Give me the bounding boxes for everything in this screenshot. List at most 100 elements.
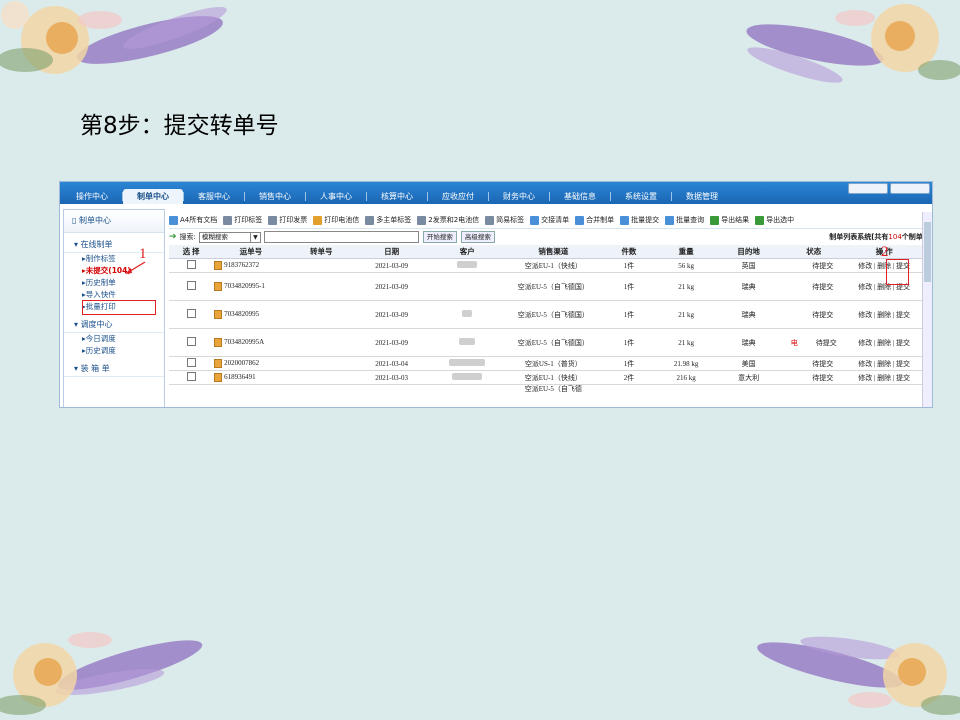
table-row[interactable]: 2020007862 2021-03-04 空派US-1（普货） 1件 21.98 kg… [169,356,922,371]
row-checkbox[interactable] [186,260,196,269]
annotation-arrow-icon [125,261,146,274]
column-header: 选 择 [169,245,214,259]
toolbar-button-label: 合并制单 [586,216,615,224]
customer-cell [429,258,506,273]
row-checkbox[interactable] [186,372,196,381]
header-button[interactable] [890,183,930,194]
row-checkbox[interactable] [186,358,196,367]
sidebar-item[interactable]: ▸历史调度 [64,345,164,357]
toolbar-button[interactable]: A4所有文档 [169,215,217,225]
row-actions[interactable]: 修改 | 删除 | 提交 [846,356,922,371]
toolbar-button[interactable]: 打印标签 [223,215,262,225]
table-row[interactable]: 7034820995 2021-03-09 空派EU-5（自飞德国） 1件 21 kg 瑞… [169,300,922,329]
nav-item[interactable]: 人事中心 [306,189,366,204]
search-mode-select[interactable]: 模糊搜索 ▼ [198,231,261,243]
toolbar-button[interactable]: 合并制单 [575,215,614,225]
toolbar-button[interactable]: 打印电池信 [313,215,359,225]
row-checkbox[interactable] [186,309,196,318]
select-cell [169,300,214,329]
column-header: 重量 [656,245,717,259]
toolbar-button-label: 打印电池信 [324,216,360,224]
table-row[interactable]: 7034820995-1 2021-03-09 空派EU-5（自飞德国） 1件 21 k… [169,272,922,301]
sales-channel-cell: 空派EU-1（快线） [505,258,602,273]
transfer-number-cell [288,258,354,273]
toolbar-icon [313,215,323,225]
nav-item[interactable]: 系统设置 [611,189,671,204]
waybill-number[interactable]: 9183762372 [224,261,259,269]
waybill-number[interactable]: 7034820995-1 [224,282,265,290]
toolbar-button[interactable]: 交接清单 [530,215,569,225]
waybill-number[interactable]: 7034820995 [224,310,259,318]
row-actions[interactable]: 修改 | 删除 | 提交 [846,328,922,357]
date-cell: 2021-03-09 [353,328,430,357]
table-row[interactable]: 9183762372 2021-03-09 空派EU-1（快线） 1件 56 kg 英国 待… [169,258,922,273]
nav-item[interactable]: 核算中心 [367,189,427,204]
nav-item[interactable]: 制单中心 [123,189,183,204]
toolbar-button-label: 2发票和2电池信 [428,216,480,224]
row-checkbox[interactable] [186,281,196,290]
sidebar-item[interactable]: ▸未提交(104) [64,265,164,277]
file-icon [214,261,223,270]
transfer-number-cell [288,356,354,371]
nav-item[interactable]: 数据管理 [672,189,732,204]
toolbar-button[interactable]: 打印发票 [268,215,307,225]
header-button[interactable] [848,183,888,194]
sidebar-item[interactable]: ▸历史制单 [64,277,164,289]
customer-redacted [462,310,473,317]
select-cell [169,258,214,273]
sales-channel-cell: 空派EU-5（自飞德国） [505,328,602,357]
weight-cell: 56 kg [656,258,717,273]
toolbar-button-label: 简易标签 [496,216,525,224]
search-bar: ➔ 搜索: 模糊搜索 ▼ 开始搜索 高级搜索 制单列表系统[共有104个制单] [169,229,932,245]
toolbar-icon [268,215,278,225]
weight-cell: 216 kg [656,370,717,385]
toolbar-button[interactable]: 导出选中 [755,215,794,225]
waybill-cell: 618936491 [213,370,289,385]
toolbar-button[interactable]: 导出结果 [710,215,749,225]
advanced-search-button[interactable]: 高级搜索 [460,231,495,243]
sidebar-item[interactable]: ▸今日调度 [64,333,164,345]
nav-item[interactable]: 客服中心 [184,189,244,204]
app-screenshot: 操作中心 制单中心 客服中心 销售中心 人事中心 核算中心 应收应付 财务中心 基础信息 系统设置… [59,181,933,408]
nav-item[interactable]: 应收应付 [428,189,488,204]
partial-cell [781,385,846,394]
toolbar-button[interactable]: 多主单标签 [365,215,411,225]
table-row[interactable]: 7034820995A 2021-03-09 空派EU-5（自飞德国） 1件 21 kg… [169,328,922,357]
toolbar-button[interactable]: 2发票和2电池信 [417,215,479,225]
nav-item[interactable]: 操作中心 [62,189,122,204]
row-actions[interactable]: 修改 | 删除 | 提交 [846,272,922,301]
toolbar-button-label: 导出结果 [721,216,750,224]
row-checkbox[interactable] [186,337,196,346]
toolbar-button[interactable]: 批量查询 [665,215,704,225]
nav-item[interactable]: 销售中心 [245,189,305,204]
nav-item[interactable]: 基础信息 [550,189,610,204]
scrollbar-thumb[interactable] [924,222,931,282]
destination-cell: 瑞典 [716,328,782,357]
date-cell: 2021-03-09 [353,272,430,301]
sidebar-item[interactable]: ▸制作标签 [64,253,164,265]
annotation-box-2 [886,259,909,285]
toolbar-button[interactable]: 批量提交 [620,215,659,225]
row-actions[interactable]: 修改 | 删除 | 提交 [846,370,922,385]
toolbar-icon [575,215,585,225]
destination-cell: 美国 [716,356,782,371]
vertical-scrollbar[interactable] [922,212,932,407]
partial-cell [656,385,716,394]
row-actions[interactable]: 修改 | 删除 | 提交 [846,300,922,329]
destination-cell: 瑞典 [716,300,782,329]
toolbar-icon [169,215,178,225]
sidebar-group[interactable]: ▾ 调度中心 [64,317,164,333]
column-header: 件数 [601,245,657,259]
table-row-partial: 空派EU-5（自飞德 [169,385,922,394]
table-row[interactable]: 618936491 2021-03-03 空派EU-1（快线） 2件 216 kg 意大利… [169,370,922,385]
toolbar-button[interactable]: 简易标签 [485,215,524,225]
nav-item[interactable]: 财务中心 [489,189,549,204]
sidebar-group[interactable]: ▾ 装 箱 单 [64,361,164,377]
search-input[interactable] [263,231,419,243]
customer-cell [429,356,506,371]
waybill-number[interactable]: 618936491 [224,373,256,381]
waybill-number[interactable]: 2020007862 [224,359,259,367]
start-search-button[interactable]: 开始搜索 [422,231,457,243]
sidebar-group[interactable]: ▾ 在线制单 [64,237,164,253]
waybill-number[interactable]: 7034820995A [224,338,264,346]
